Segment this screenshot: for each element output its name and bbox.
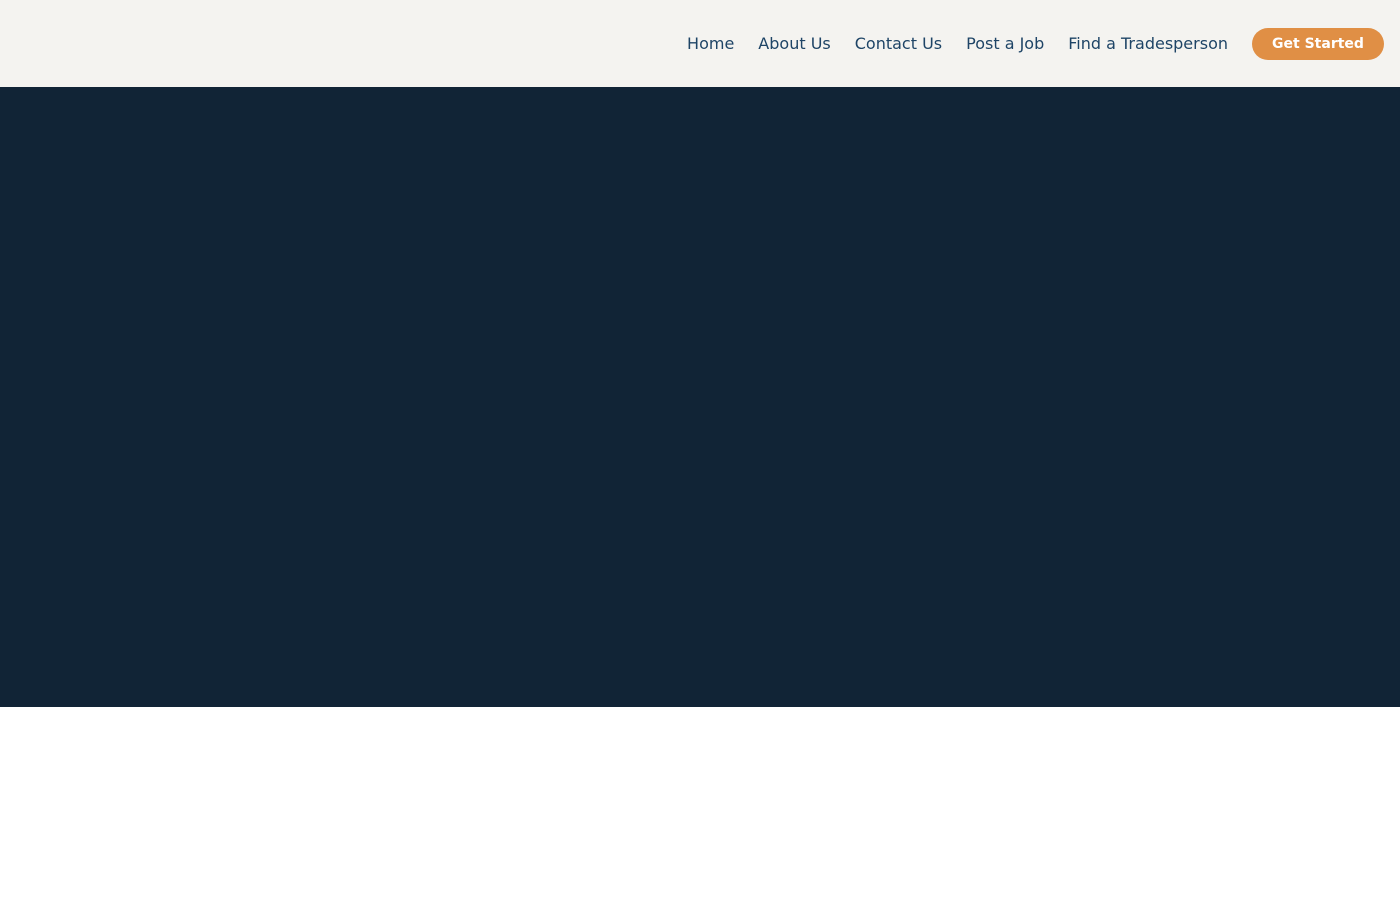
content-section: [0, 707, 1400, 900]
hero-section: [0, 87, 1400, 707]
nav-contact-us-link[interactable]: Contact Us: [855, 34, 942, 53]
site-header: Home About Us Contact Us Post a Job Find…: [0, 0, 1400, 87]
nav-home-link[interactable]: Home: [687, 34, 734, 53]
get-started-button[interactable]: Get Started: [1252, 27, 1384, 60]
nav-about-us-link[interactable]: About Us: [758, 34, 830, 53]
nav-post-a-job-link[interactable]: Post a Job: [966, 34, 1044, 53]
nav-find-a-tradesperson-link[interactable]: Find a Tradesperson: [1068, 34, 1228, 53]
main-nav: Home About Us Contact Us Post a Job Find…: [687, 0, 1384, 87]
